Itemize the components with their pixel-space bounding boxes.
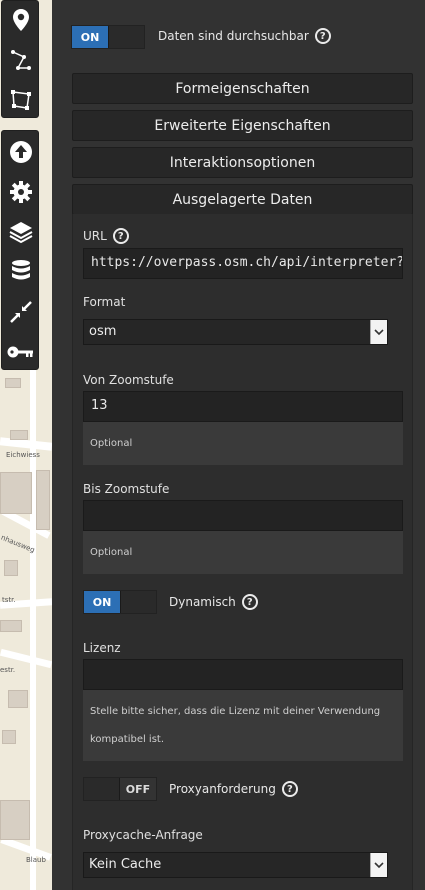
data-button[interactable] <box>2 253 40 291</box>
url-input[interactable]: https://overpass.osm.ch/api/interpreter?… <box>83 248 403 279</box>
to-zoom-hint: Optional <box>83 531 403 574</box>
help-icon[interactable]: ? <box>314 28 331 44</box>
proxy-cache-label: Proxycache-Anfrage <box>83 828 203 842</box>
draw-polygon-button[interactable] <box>2 81 40 119</box>
url-label-row: URL ? <box>83 228 129 244</box>
to-zoom-input[interactable] <box>83 500 403 531</box>
gear-icon <box>10 181 32 203</box>
proxy-toggle[interactable]: OFF <box>83 777 157 801</box>
draw-toolbar <box>1 0 39 118</box>
searchable-toggle[interactable]: ON <box>71 25 145 49</box>
upload-button[interactable] <box>2 133 40 171</box>
chevron-down-icon <box>370 320 387 344</box>
street-label: tstr. <box>2 596 16 604</box>
proxy-label: Proxyanforderung <box>169 782 276 796</box>
settings-button[interactable] <box>2 173 40 211</box>
toggle-knob <box>108 26 144 48</box>
toggle-on-label: ON <box>72 26 108 48</box>
draw-marker-button[interactable] <box>2 1 40 39</box>
url-label: URL <box>83 229 107 243</box>
section-advanced-properties[interactable]: Erweiterte Eigenschaften <box>72 110 413 141</box>
help-icon[interactable]: ? <box>112 228 129 244</box>
format-select[interactable]: osm <box>83 319 388 345</box>
layers-button[interactable] <box>2 213 40 251</box>
polygon-icon <box>11 90 31 110</box>
searchable-field: Daten sind durchsuchbar ? <box>158 28 331 44</box>
map-actions-toolbar <box>1 130 39 370</box>
proxy-cache-select-value: Kein Cache <box>89 857 162 872</box>
section-interaction-options[interactable]: Interaktionsoptionen <box>72 147 413 178</box>
layers-icon <box>9 222 33 244</box>
license-input[interactable] <box>83 659 403 690</box>
marker-icon <box>13 9 29 31</box>
proxy-field: Proxyanforderung ? <box>169 781 298 797</box>
upload-icon <box>10 141 32 163</box>
section-form-properties[interactable]: Formeigenschaften <box>72 73 413 104</box>
properties-panel: ON Daten sind durchsuchbar ? Formeigensc… <box>52 0 425 890</box>
help-icon[interactable]: ? <box>241 594 258 610</box>
proxy-cache-select[interactable]: Kein Cache <box>83 852 388 878</box>
polyline-icon <box>11 50 31 70</box>
toggle-on-label: ON <box>84 591 120 613</box>
license-label: Lizenz <box>83 641 121 655</box>
license-hint-line: Stelle bitte sicher, dass die Lizenz mit… <box>90 706 381 717</box>
key-icon <box>7 346 33 358</box>
from-zoom-input[interactable]: 13 <box>83 391 403 422</box>
permissions-button[interactable] <box>2 333 40 371</box>
section-remote-data[interactable]: Ausgelagerte Daten <box>72 184 413 215</box>
street-label: Eichwiess <box>6 451 40 459</box>
draw-polyline-button[interactable] <box>2 41 40 79</box>
to-zoom-label: Bis Zoomstufe <box>83 482 170 496</box>
dynamic-toggle[interactable]: ON <box>83 590 157 614</box>
street-label: estr. <box>0 666 16 674</box>
toggle-knob <box>120 591 156 613</box>
database-icon <box>12 260 30 280</box>
street-label: Blaub <box>26 856 46 864</box>
compress-button[interactable] <box>2 293 40 331</box>
format-label: Format <box>83 295 126 309</box>
license-hint: Stelle bitte sicher, dass die Lizenz mit… <box>83 690 403 761</box>
from-zoom-hint: Optional <box>83 422 403 465</box>
dynamic-field: Dynamisch ? <box>169 594 258 610</box>
compress-icon <box>10 301 32 323</box>
toggle-off-label: OFF <box>120 778 156 800</box>
license-hint-line: kompatibel ist. <box>90 734 165 745</box>
chevron-down-icon <box>370 853 387 877</box>
from-zoom-label: Von Zoomstufe <box>83 373 174 387</box>
searchable-label: Daten sind durchsuchbar <box>158 29 309 43</box>
toggle-knob <box>84 778 120 800</box>
dynamic-label: Dynamisch <box>169 595 236 609</box>
help-icon[interactable]: ? <box>281 781 298 797</box>
format-select-value: osm <box>89 324 117 339</box>
